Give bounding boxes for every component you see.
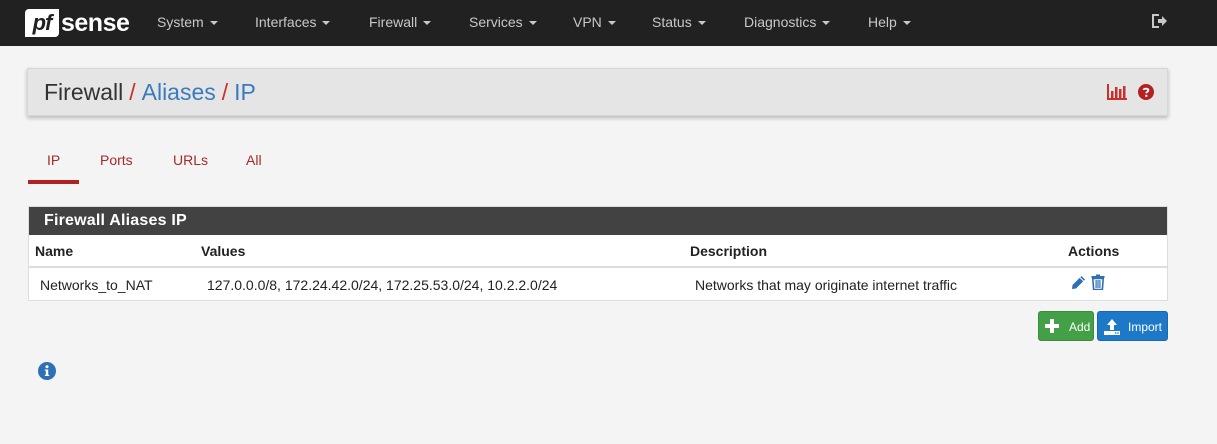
breadcrumb: Firewall / Aliases / IP	[44, 77, 256, 107]
caret-down-icon	[322, 21, 331, 26]
panel-title: Firewall Aliases IP	[29, 207, 1167, 235]
tab-all[interactable]: All	[246, 150, 262, 172]
nav-firewall[interactable]: Firewall	[369, 0, 432, 46]
trash-icon[interactable]	[1091, 274, 1105, 290]
active-tab-indicator	[28, 180, 79, 184]
caret-down-icon	[209, 21, 218, 26]
breadcrumb-firewall: Firewall	[44, 79, 124, 105]
table-row[interactable]: Networks_to_NAT 127.0.0.0/8, 172.24.42.0…	[29, 268, 1167, 300]
breadcrumb-panel: Firewall / Aliases / IP	[27, 68, 1168, 116]
pfsense-logo[interactable]: pf sense	[25, 8, 130, 38]
caret-down-icon	[902, 21, 911, 26]
cell-name: Networks_to_NAT	[40, 277, 153, 293]
cell-description: Networks that may originate internet tra…	[695, 277, 957, 293]
import-button[interactable]: Import	[1097, 311, 1168, 341]
nav-diagnostics[interactable]: Diagnostics	[744, 0, 831, 46]
caret-down-icon	[607, 21, 616, 26]
nav-services[interactable]: Services	[469, 0, 537, 46]
cell-values: 127.0.0.0/8, 172.24.42.0/24, 172.25.53.0…	[207, 277, 558, 293]
breadcrumb-aliases-link[interactable]: Aliases	[142, 79, 216, 105]
nav-system[interactable]: System	[157, 0, 218, 46]
tab-urls[interactable]: URLs	[173, 150, 208, 172]
tab-ip[interactable]: IP	[47, 150, 60, 172]
nav-services-label: Services	[469, 14, 523, 30]
edit-icon[interactable]	[1071, 275, 1086, 290]
column-header-name[interactable]: Name	[35, 243, 73, 259]
nav-system-label: System	[157, 14, 204, 30]
nav-vpn-label: VPN	[573, 14, 602, 30]
chart-icon[interactable]	[1106, 83, 1128, 101]
help-icon[interactable]	[1138, 84, 1154, 100]
breadcrumb-separator: /	[129, 79, 136, 105]
caret-down-icon	[423, 21, 432, 26]
caret-down-icon	[822, 21, 831, 26]
breadcrumb-separator: /	[221, 79, 229, 105]
nav-help-label: Help	[868, 14, 897, 30]
nav-diagnostics-label: Diagnostics	[744, 14, 817, 30]
add-button-label: Add	[1069, 320, 1091, 334]
nav-interfaces[interactable]: Interfaces	[255, 0, 331, 46]
top-navbar: pf sense System Interfaces Firewall Serv…	[0, 0, 1217, 46]
nav-status[interactable]: Status	[652, 0, 706, 46]
column-header-actions: Actions	[1068, 243, 1120, 259]
nav-vpn[interactable]: VPN	[573, 0, 616, 46]
tab-ports[interactable]: Ports	[100, 150, 133, 172]
column-header-values[interactable]: Values	[201, 243, 245, 259]
nav-status-label: Status	[652, 14, 692, 30]
nav-firewall-label: Firewall	[369, 14, 418, 30]
add-button[interactable]: Add	[1038, 311, 1094, 341]
import-button-label: Import	[1128, 320, 1163, 334]
breadcrumb-ip-link[interactable]: IP	[234, 79, 256, 105]
upload-icon	[1104, 319, 1120, 335]
caret-down-icon	[697, 21, 706, 26]
plus-icon	[1045, 319, 1059, 333]
column-header-description[interactable]: Description	[690, 243, 767, 259]
logout-icon[interactable]	[1150, 12, 1168, 30]
logo-sense: sense	[61, 9, 130, 37]
caret-down-icon	[528, 21, 537, 26]
nav-interfaces-label: Interfaces	[255, 14, 317, 30]
nav-help[interactable]: Help	[868, 0, 911, 46]
aliases-panel: Firewall Aliases IP Name Values Descript…	[28, 206, 1168, 301]
info-icon[interactable]	[38, 362, 56, 380]
logo-pf: pf	[25, 9, 59, 37]
